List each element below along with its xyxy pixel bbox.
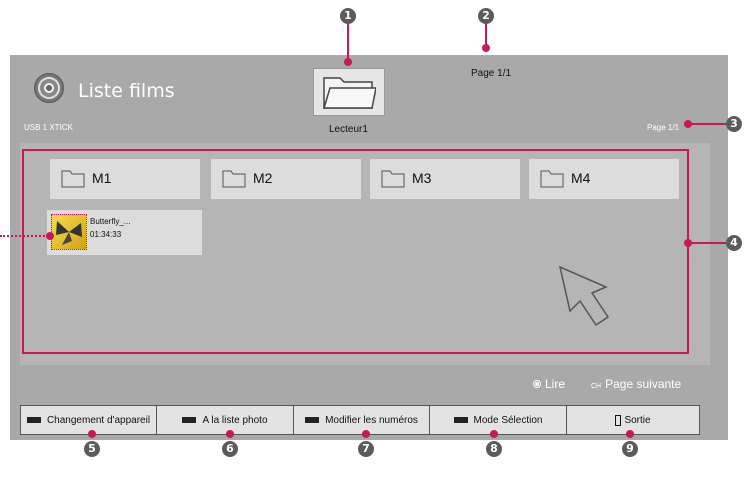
video-name: Butterfly_... [90,217,131,226]
color-key-icon [305,417,320,423]
color-key-icon [26,417,41,423]
butterfly-icon [56,221,82,245]
folder-icon [222,170,246,188]
page-indicator-right: Page 1/1 [647,123,680,132]
callout-dot [482,44,490,52]
pointer-cursor-icon [558,265,610,327]
callout-dot [344,58,352,66]
video-item[interactable]: Butterfly_... 01:34:33 [47,210,202,255]
callout-dotted-line [0,235,48,237]
callout-dot [626,430,634,438]
folder-item[interactable]: M4 [529,159,679,199]
callout-8: 8 [486,441,502,457]
folder-item[interactable]: M2 [211,159,361,199]
page-title: Liste films [78,80,175,102]
folder-name: M4 [571,170,591,186]
page-indicator-top: Page 1/1 [471,68,512,79]
callout-9: 9 [622,441,638,457]
callout-6: 6 [222,441,238,457]
folder-item[interactable]: M1 [50,159,200,199]
legend-play: Lire [533,377,565,391]
video-duration: 01:34:33 [90,230,122,239]
disc-icon [34,73,64,103]
callout-dot [490,430,498,438]
ok-button-icon [533,380,541,388]
callout-dot [46,232,54,240]
color-key-icon [182,417,197,423]
callout-7: 7 [358,441,374,457]
color-key-icon [453,417,468,423]
callout-line [690,242,726,244]
callout-line [485,24,487,46]
video-thumbnail [51,214,87,250]
callout-dot [684,239,692,247]
ch-key-icon: CH [591,383,602,390]
callout-dot [88,430,96,438]
folder-icon [540,170,564,188]
exit-icon [615,414,622,426]
photo-list-button[interactable]: A la liste photo [157,406,294,434]
edit-numbers-button[interactable]: Modifier les numéros [294,406,430,434]
folder-icon [381,170,405,188]
folder-icon [61,170,85,188]
drive-folder-icon[interactable] [313,68,385,116]
callout-dot [226,430,234,438]
callout-dot [362,430,370,438]
callout-5: 5 [84,441,100,457]
callout-2: 2 [478,8,494,24]
legend-next-page: CH Page suivante [591,377,682,391]
callout-3: 3 [726,116,742,132]
device-label: USB 1 XTICK [24,123,73,132]
select-mode-button[interactable]: Mode Sélection [430,406,567,434]
folder-name: M1 [92,170,112,186]
callout-1: 1 [340,8,356,24]
function-button-bar: Changement d'appareil A la liste photo M… [20,405,700,435]
exit-button[interactable]: Sortie [567,406,699,434]
drive-label: Lecteur1 [329,124,368,135]
callout-line [347,24,349,60]
folder-name: M3 [412,170,432,186]
folder-name: M2 [253,170,273,186]
callout-line [690,123,726,125]
callout-dot [684,120,692,128]
folder-item[interactable]: M3 [370,159,520,199]
callout-4: 4 [726,235,742,251]
